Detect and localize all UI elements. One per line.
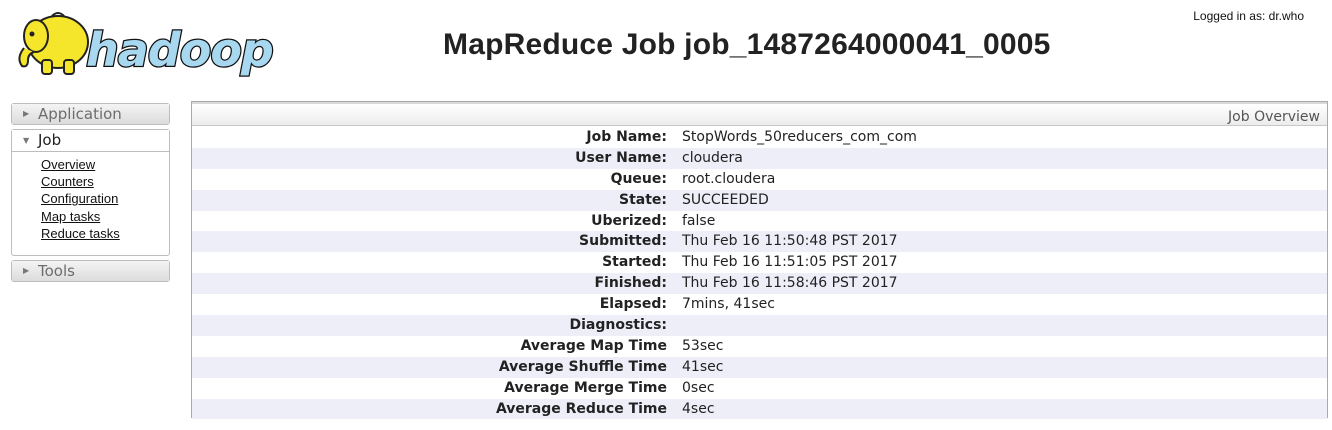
job-links: Overview Counters Configuration Map task… (12, 152, 169, 255)
row-label: User Name: (575, 149, 667, 166)
overview-row: Uberized: false (192, 211, 1327, 232)
overview-row: Average Reduce Time 4sec (192, 398, 1327, 420)
nav-header-label: Tools (38, 262, 75, 281)
hadoop-logo-text: hadoop (86, 23, 273, 77)
nav-link-counters[interactable]: Counters (41, 173, 169, 190)
job-overview-panel: Job Overview Job Name: StopWords_50reduce… (191, 101, 1328, 420)
row-value: Thu Feb 16 11:50:48 PST 2017 (682, 233, 898, 250)
nav-section-application: ▶ Application (11, 103, 170, 125)
nav-section-job: ▼ Job Overview Counters Configuration Ma… (11, 129, 170, 257)
overview-row: Submitted: Thu Feb 16 11:50:48 PST 2017 (192, 231, 1327, 253)
overview-row: Average Map Time 53sec (192, 336, 1327, 357)
elephant-icon (18, 12, 89, 75)
row-value: 7mins, 41sec (682, 296, 775, 313)
nav-link-reduce-tasks[interactable]: Reduce tasks (41, 225, 169, 242)
hadoop-logo[interactable]: hadoop (12, 8, 312, 80)
overview-row: Finished: Thu Feb 16 11:58:46 PST 2017 (192, 273, 1327, 295)
overview-row: User Name: cloudera (192, 147, 1327, 169)
overview-row: Diagnostics: (192, 315, 1327, 336)
row-label: Average Map Time (520, 337, 667, 354)
row-label: Queue: (610, 170, 667, 187)
sidebar-nav: ▶ Application ▼ Job Overview Counters Co… (11, 103, 170, 286)
overview-rows: Job Name: StopWords_50reducers_com_com Us… (192, 126, 1327, 420)
row-value: 53sec (682, 337, 724, 354)
row-label: Started: (602, 254, 667, 271)
row-value: 4sec (682, 400, 715, 417)
page-title: MapReduce Job job_1487264000041_0005 (443, 28, 1051, 61)
row-label: State: (618, 191, 667, 208)
triangle-right-icon: ▶ (23, 266, 30, 276)
row-value: Thu Feb 16 11:58:46 PST 2017 (682, 275, 898, 292)
overview-row: State: SUCCEEDED (192, 189, 1327, 211)
row-value: Thu Feb 16 11:51:05 PST 2017 (682, 254, 898, 271)
nav-link-overview[interactable]: Overview (41, 156, 169, 173)
row-label: Average Shuffle Time (498, 358, 667, 375)
row-value: StopWords_50reducers_com_com (682, 129, 917, 145)
logged-in-status: Logged in as: dr.who (1193, 9, 1304, 23)
panel-title: Job Overview (192, 102, 1327, 126)
nav-header-tools[interactable]: ▶ Tools (12, 261, 169, 282)
overview-row: Job Name: StopWords_50reducers_com_com (192, 127, 1327, 148)
overview-row: Elapsed: 7mins, 41sec (192, 294, 1327, 315)
nav-header-label: Application (38, 105, 122, 123)
nav-link-map-tasks[interactable]: Map tasks (41, 208, 169, 225)
triangle-right-icon: ▶ (23, 109, 30, 118)
row-label: Uberized: (591, 212, 667, 229)
overview-row: Started: Thu Feb 16 11:51:05 PST 2017 (192, 252, 1327, 273)
row-value: false (682, 212, 716, 229)
row-label: Elapsed: (599, 296, 667, 313)
nav-section-tools: ▶ Tools (11, 260, 170, 283)
row-value: 0sec (682, 379, 715, 396)
row-label: Average Reduce Time (495, 400, 667, 417)
overview-row: Average Merge Time 0sec (192, 378, 1327, 399)
row-value: cloudera (682, 149, 743, 166)
row-label: Average Merge Time (504, 379, 667, 396)
row-value: root.cloudera (682, 170, 776, 187)
row-value: SUCCEEDED (682, 191, 769, 208)
row-label: Diagnostics: (569, 317, 667, 334)
overview-row: Queue: root.cloudera (192, 169, 1327, 190)
nav-link-configuration[interactable]: Configuration (41, 190, 169, 207)
nav-header-label: Job (38, 131, 62, 149)
triangle-down-icon: ▼ (23, 136, 30, 145)
overview-row: Average Shuffle Time 41sec (192, 356, 1327, 378)
row-label: Finished: (594, 275, 667, 292)
row-value: 41sec (682, 358, 724, 375)
row-label: Job Name: (586, 129, 667, 145)
nav-header-job[interactable]: ▼ Job (12, 130, 169, 152)
row-label: Submitted: (579, 233, 667, 250)
nav-header-application[interactable]: ▶ Application (12, 104, 169, 124)
